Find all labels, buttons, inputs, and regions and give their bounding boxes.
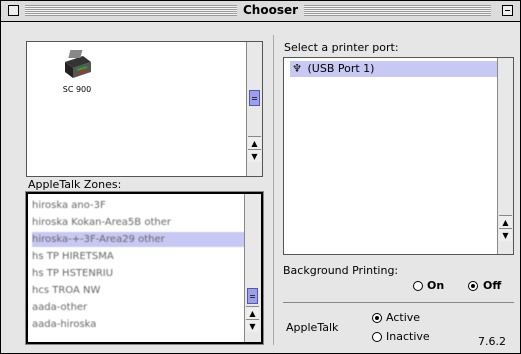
appletalk-inactive-label[interactable]: Inactive	[386, 330, 430, 343]
appletalk-inactive-radio[interactable]	[372, 332, 382, 342]
printer-list-scrollbar[interactable]: ▲ ▼	[246, 42, 262, 176]
appletalk-label: AppleTalk	[286, 321, 339, 334]
scroll-up-arrow[interactable]: ▲	[246, 306, 259, 319]
zone-item[interactable]: hcs TROA NW	[32, 283, 254, 298]
usb-icon: ♆	[292, 62, 302, 75]
zone-item[interactable]: aada-hiroska	[32, 317, 254, 332]
zone-item[interactable]: hs TP HIRETSMA	[32, 249, 254, 264]
printer-icon	[65, 50, 91, 78]
printer-port-list[interactable]: ♆ (USB Port 1) ▲ ▼	[283, 57, 514, 255]
scroll-up-arrow[interactable]: ▲	[248, 136, 261, 149]
zone-item-selected[interactable]: hiroska-+-3F-Area29 other	[32, 232, 254, 247]
collapse-box[interactable]	[502, 5, 513, 16]
version-label: 7.6.2	[478, 335, 506, 348]
background-printing-on-radio[interactable]	[413, 281, 423, 291]
zone-item[interactable]: aada-other	[32, 300, 254, 315]
vertical-divider	[273, 35, 274, 345]
title-bar[interactable]: Chooser	[1, 1, 520, 22]
window-title: Chooser	[237, 3, 305, 17]
port-label: Select a printer port:	[284, 41, 399, 54]
zone-item[interactable]: hs TP HSTENRIU	[32, 266, 254, 281]
printer-label: SC 900	[62, 85, 92, 94]
horizontal-divider	[283, 302, 514, 303]
zone-item[interactable]: hiroska Kokan-Area5B other	[32, 215, 254, 230]
close-box[interactable]	[8, 5, 19, 16]
scroll-up-arrow[interactable]: ▲	[499, 215, 512, 228]
zones-list[interactable]: hiroska ano-3F hiroska Kokan-Area5B othe…	[26, 192, 263, 344]
appletalk-active-radio[interactable]	[372, 313, 382, 323]
background-printing-label: Background Printing:	[283, 264, 399, 277]
background-printing-off-radio[interactable]	[468, 281, 478, 291]
scroll-down-arrow[interactable]: ▼	[499, 228, 512, 241]
port-list-scrollbar[interactable]: ▲ ▼	[497, 58, 513, 254]
zones-scroll-thumb[interactable]	[247, 288, 258, 304]
chooser-window: Chooser SC 900 ▲ ▼ AppleTalk Zones: hiro…	[0, 0, 521, 354]
zone-item[interactable]: hiroska ano-3F	[32, 198, 254, 213]
port-item-label: (USB Port 1)	[307, 62, 375, 75]
zones-label: AppleTalk Zones:	[28, 178, 122, 191]
scroll-down-arrow[interactable]: ▼	[248, 149, 261, 162]
zones-scrollbar[interactable]: ▲ ▼	[244, 194, 261, 342]
appletalk-active-label[interactable]: Active	[386, 311, 420, 324]
background-printing-on-label[interactable]: On	[427, 279, 444, 292]
background-printing-off-label[interactable]: Off	[483, 279, 501, 292]
printer-list-scroll-thumb[interactable]	[249, 90, 260, 106]
scroll-down-arrow[interactable]: ▼	[246, 319, 259, 332]
printer-item[interactable]: SC 900	[57, 48, 97, 94]
port-item-usb[interactable]: ♆ (USB Port 1)	[290, 61, 500, 77]
printer-type-list[interactable]: SC 900 ▲ ▼	[26, 41, 263, 177]
